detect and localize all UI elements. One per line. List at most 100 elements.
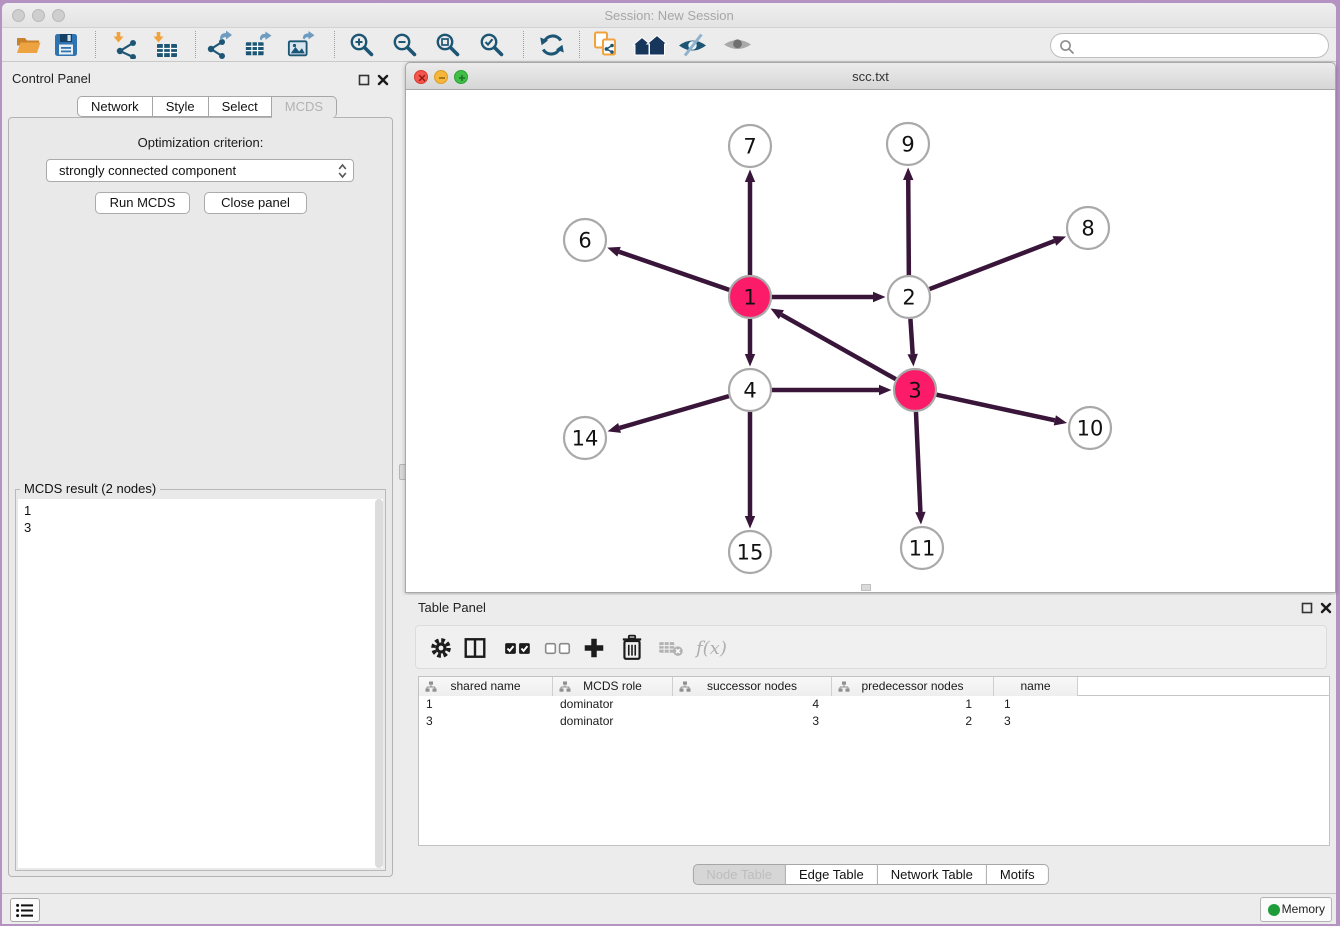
toolbar-separator	[523, 31, 524, 58]
import-network-icon[interactable]	[112, 31, 140, 59]
float-panel-icon[interactable]	[358, 73, 371, 86]
open-folder-icon[interactable]	[14, 31, 42, 59]
graph-edge-3-11[interactable]	[916, 412, 920, 512]
graph-edge-3-10[interactable]	[936, 395, 1054, 421]
cell-successor-nodes: 3	[673, 713, 832, 730]
export-network-icon[interactable]	[205, 31, 233, 59]
svg-text:9: 9	[901, 133, 914, 157]
svg-text:7: 7	[743, 135, 756, 159]
graph-edge-4-14[interactable]	[620, 396, 729, 428]
select-all-icon[interactable]	[504, 641, 532, 665]
graph-edge-3-1[interactable]	[781, 315, 895, 380]
canvas-scroll-handle[interactable]	[861, 584, 871, 591]
close-panel-icon[interactable]	[377, 73, 390, 86]
table-panel-title: Table Panel	[418, 600, 486, 615]
graph-node-7[interactable]: 7	[729, 125, 771, 167]
close-panel-icon[interactable]	[1320, 601, 1333, 614]
graph-node-14[interactable]: 14	[564, 417, 606, 459]
desktop: Session: New Session	[0, 0, 1340, 926]
zoom-fit-icon[interactable]	[434, 31, 462, 59]
graph-node-3[interactable]: 3	[894, 369, 936, 411]
search-icon	[1059, 39, 1075, 55]
mcds-result-title: MCDS result (2 nodes)	[20, 481, 160, 496]
table-header-row: shared name MCDS role successor nodes pr…	[419, 677, 1329, 696]
graph-node-6[interactable]: 6	[564, 219, 606, 261]
column-header-name[interactable]: name	[994, 677, 1078, 696]
network-window-titlebar[interactable]: scc.txt	[405, 62, 1336, 90]
zoom-in-icon[interactable]	[348, 31, 376, 59]
mcds-result-list[interactable]: 1 3	[18, 499, 383, 868]
column-header-successor-nodes[interactable]: successor nodes	[673, 677, 832, 696]
close-panel-button[interactable]: Close panel	[204, 192, 307, 214]
refresh-icon[interactable]	[538, 31, 566, 59]
table-row[interactable]: 1 dominator 4 1 1	[419, 696, 1329, 713]
control-panel-tabs: Network Style Select MCDS	[77, 96, 337, 118]
tab-motifs[interactable]: Motifs	[987, 864, 1049, 885]
column-header-mcds-role[interactable]: MCDS role	[553, 677, 673, 696]
tab-mcds[interactable]: MCDS	[272, 96, 337, 118]
houses-icon[interactable]	[631, 31, 667, 59]
window-title: Session: New Session	[2, 3, 1336, 28]
graph-node-2[interactable]: 2	[888, 276, 930, 318]
graph-node-8[interactable]: 8	[1067, 207, 1109, 249]
svg-text:3: 3	[908, 379, 921, 403]
tab-network[interactable]: Network	[77, 96, 153, 117]
column-header-shared-name[interactable]: shared name	[419, 677, 553, 696]
criterion-dropdown[interactable]: strongly connected component	[46, 159, 354, 182]
result-scrollbar[interactable]	[375, 499, 383, 868]
zoom-out-icon[interactable]	[391, 31, 419, 59]
graph-edge-2-8[interactable]	[930, 241, 1055, 289]
tab-select[interactable]: Select	[209, 96, 272, 117]
search-input[interactable]	[1077, 35, 1321, 56]
memory-label: Memory	[1282, 902, 1325, 916]
network-canvas[interactable]: 7 9 6 8 1 2 4 3 14 10 15 11	[405, 90, 1336, 593]
export-table-icon[interactable]	[244, 31, 272, 59]
graph-node-4[interactable]: 4	[729, 369, 771, 411]
graph-edge-2-3[interactable]	[910, 319, 912, 354]
save-icon[interactable]	[52, 31, 80, 59]
add-column-icon[interactable]	[582, 636, 606, 660]
dropdown-stepper-icon	[338, 163, 347, 179]
delete-trash-icon[interactable]	[620, 634, 644, 658]
task-history-button[interactable]	[10, 898, 40, 922]
copy-network-icon[interactable]	[592, 31, 620, 59]
tab-network-table[interactable]: Network Table	[878, 864, 987, 885]
tab-node-table[interactable]: Node Table	[692, 864, 786, 885]
deselect-all-icon[interactable]	[544, 641, 572, 665]
cell-shared-name: 1	[419, 696, 553, 713]
main-toolbar	[2, 28, 1336, 62]
mcds-panel: Optimization criterion: strongly connect…	[8, 117, 393, 877]
svg-text:11: 11	[909, 537, 936, 561]
function-builder-icon[interactable]: f(x)	[694, 635, 730, 659]
column-settings-gear-icon[interactable]	[429, 636, 453, 660]
import-table-icon[interactable]	[152, 31, 180, 59]
graph-edge-1-6[interactable]	[619, 252, 729, 290]
list-icon	[15, 902, 35, 919]
graph-node-9[interactable]: 9	[887, 123, 929, 165]
search-field	[1050, 33, 1329, 58]
memory-button[interactable]: Memory	[1260, 897, 1332, 922]
run-mcds-button[interactable]: Run MCDS	[95, 192, 190, 214]
graph-node-11[interactable]: 11	[901, 527, 943, 569]
svg-text:8: 8	[1081, 217, 1094, 241]
svg-text:15: 15	[737, 541, 764, 565]
result-line: 3	[18, 519, 383, 536]
export-image-icon[interactable]	[287, 31, 315, 59]
svg-text:10: 10	[1077, 417, 1104, 441]
split-table-icon[interactable]	[463, 636, 487, 660]
delete-column-icon[interactable]	[658, 641, 684, 665]
zoom-selected-icon[interactable]	[478, 31, 506, 59]
graph-node-10[interactable]: 10	[1069, 407, 1111, 449]
graph-node-1[interactable]: 1	[729, 276, 771, 318]
svg-text:6: 6	[578, 229, 591, 253]
tab-edge-table[interactable]: Edge Table	[786, 864, 878, 885]
float-panel-icon[interactable]	[1301, 601, 1314, 614]
graph-edge-2-9[interactable]	[908, 180, 909, 275]
table-row[interactable]: 3 dominator 3 2 3	[419, 713, 1329, 730]
eye-slash-icon[interactable]	[677, 31, 708, 59]
tab-style[interactable]: Style	[153, 96, 209, 117]
column-header-predecessor-nodes[interactable]: predecessor nodes	[832, 677, 994, 696]
graph-node-15[interactable]: 15	[729, 531, 771, 573]
main-titlebar: Session: New Session	[2, 3, 1336, 28]
eye-icon[interactable]	[722, 31, 753, 59]
